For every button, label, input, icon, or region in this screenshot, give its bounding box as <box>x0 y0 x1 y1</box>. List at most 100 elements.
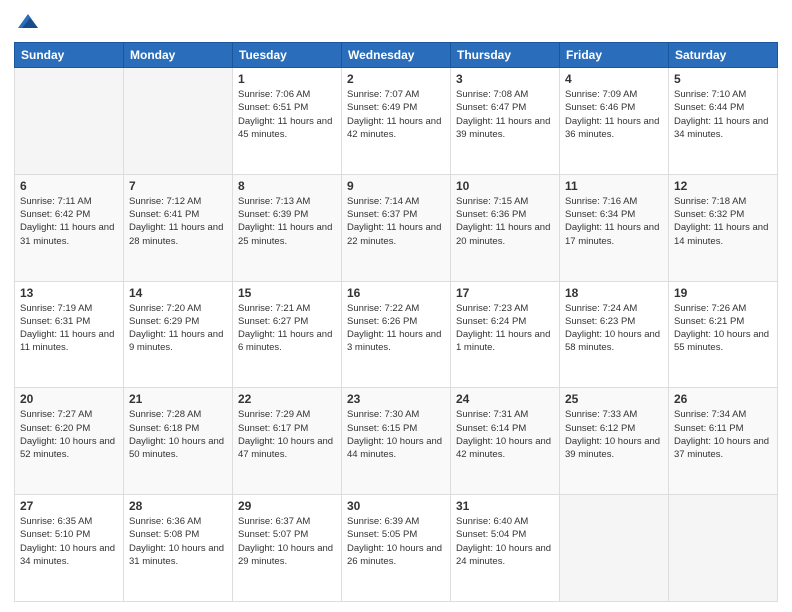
table-row: 3Sunrise: 7:08 AMSunset: 6:47 PMDaylight… <box>451 68 560 175</box>
day-info: Sunrise: 7:09 AMSunset: 6:46 PMDaylight:… <box>565 88 663 141</box>
day-info: Sunrise: 7:34 AMSunset: 6:11 PMDaylight:… <box>674 408 772 461</box>
col-monday: Monday <box>124 43 233 68</box>
table-row: 15Sunrise: 7:21 AMSunset: 6:27 PMDayligh… <box>233 281 342 388</box>
calendar-week-row: 6 Sunrise: 7:11 AMSunset: 6:42 PMDaylight… <box>15 174 778 281</box>
table-row: 25 Sunrise: 7:33 AMSunset: 6:12 PMDayligh… <box>560 388 669 495</box>
day-info: Sunrise: 6:40 AMSunset: 5:04 PMDaylight:… <box>456 515 554 568</box>
day-number: 22 <box>238 392 336 406</box>
day-number: 8 <box>238 179 336 193</box>
table-row: 24 Sunrise: 7:31 AMSunset: 6:14 PMDayligh… <box>451 388 560 495</box>
day-info: Sunrise: 7:33 AMSunset: 6:12 PMDaylight:… <box>565 408 663 461</box>
table-row: 12 Sunrise: 7:18 AMSunset: 6:32 PMDayligh… <box>669 174 778 281</box>
day-number: 21 <box>129 392 227 406</box>
table-row: 29 Sunrise: 6:37 AMSunset: 5:07 PMDayligh… <box>233 495 342 602</box>
day-number: 23 <box>347 392 445 406</box>
table-row: 23 Sunrise: 7:30 AMSunset: 6:15 PMDayligh… <box>342 388 451 495</box>
day-info: Sunrise: 7:31 AMSunset: 6:14 PMDaylight:… <box>456 408 554 461</box>
logo <box>14 10 40 34</box>
table-row: 6 Sunrise: 7:11 AMSunset: 6:42 PMDaylight… <box>15 174 124 281</box>
table-row: 18 Sunrise: 7:24 AMSunset: 6:23 PMDayligh… <box>560 281 669 388</box>
day-number: 6 <box>20 179 118 193</box>
table-row: 7 Sunrise: 7:12 AMSunset: 6:41 PMDaylight… <box>124 174 233 281</box>
day-number: 17 <box>456 286 554 300</box>
day-number: 28 <box>129 499 227 513</box>
table-row: 28 Sunrise: 6:36 AMSunset: 5:08 PMDayligh… <box>124 495 233 602</box>
table-row: 17Sunrise: 7:23 AMSunset: 6:24 PMDayligh… <box>451 281 560 388</box>
day-info: Sunrise: 6:35 AMSunset: 5:10 PMDaylight:… <box>20 515 118 568</box>
day-number: 12 <box>674 179 772 193</box>
logo-icon <box>16 10 40 34</box>
calendar-week-row: 13Sunrise: 7:19 AMSunset: 6:31 PMDayligh… <box>15 281 778 388</box>
day-info: Sunrise: 7:20 AMSunset: 6:29 PMDaylight:… <box>129 302 227 355</box>
table-row: 20 Sunrise: 7:27 AMSunset: 6:20 PMDayligh… <box>15 388 124 495</box>
header <box>14 10 778 34</box>
table-row: 5 Sunrise: 7:10 AMSunset: 6:44 PMDaylight… <box>669 68 778 175</box>
table-row: 26Sunrise: 7:34 AMSunset: 6:11 PMDayligh… <box>669 388 778 495</box>
day-info: Sunrise: 7:13 AMSunset: 6:39 PMDaylight:… <box>238 195 336 248</box>
table-row: 16Sunrise: 7:22 AMSunset: 6:26 PMDayligh… <box>342 281 451 388</box>
table-row: 27 Sunrise: 6:35 AMSunset: 5:10 PMDayligh… <box>15 495 124 602</box>
table-row <box>560 495 669 602</box>
day-number: 27 <box>20 499 118 513</box>
col-sunday: Sunday <box>15 43 124 68</box>
day-info: Sunrise: 6:37 AMSunset: 5:07 PMDaylight:… <box>238 515 336 568</box>
col-tuesday: Tuesday <box>233 43 342 68</box>
day-number: 7 <box>129 179 227 193</box>
day-info: Sunrise: 7:24 AMSunset: 6:23 PMDaylight:… <box>565 302 663 355</box>
day-number: 11 <box>565 179 663 193</box>
day-number: 19 <box>674 286 772 300</box>
day-info: Sunrise: 6:36 AMSunset: 5:08 PMDaylight:… <box>129 515 227 568</box>
day-number: 10 <box>456 179 554 193</box>
day-number: 14 <box>129 286 227 300</box>
table-row <box>124 68 233 175</box>
table-row: 1Sunrise: 7:06 AMSunset: 6:51 PMDaylight… <box>233 68 342 175</box>
col-saturday: Saturday <box>669 43 778 68</box>
day-number: 5 <box>674 72 772 86</box>
day-info: Sunrise: 7:11 AMSunset: 6:42 PMDaylight:… <box>20 195 118 248</box>
day-number: 4 <box>565 72 663 86</box>
day-info: Sunrise: 7:12 AMSunset: 6:41 PMDaylight:… <box>129 195 227 248</box>
table-row: 8 Sunrise: 7:13 AMSunset: 6:39 PMDaylight… <box>233 174 342 281</box>
day-info: Sunrise: 7:16 AMSunset: 6:34 PMDaylight:… <box>565 195 663 248</box>
table-row: 2Sunrise: 7:07 AMSunset: 6:49 PMDaylight… <box>342 68 451 175</box>
day-info: Sunrise: 7:30 AMSunset: 6:15 PMDaylight:… <box>347 408 445 461</box>
day-info: Sunrise: 7:15 AMSunset: 6:36 PMDaylight:… <box>456 195 554 248</box>
day-info: Sunrise: 7:26 AMSunset: 6:21 PMDaylight:… <box>674 302 772 355</box>
table-row: 31 Sunrise: 6:40 AMSunset: 5:04 PMDayligh… <box>451 495 560 602</box>
day-number: 2 <box>347 72 445 86</box>
table-row <box>669 495 778 602</box>
day-number: 16 <box>347 286 445 300</box>
day-info: Sunrise: 7:29 AMSunset: 6:17 PMDaylight:… <box>238 408 336 461</box>
day-info: Sunrise: 7:28 AMSunset: 6:18 PMDaylight:… <box>129 408 227 461</box>
table-row: 14 Sunrise: 7:20 AMSunset: 6:29 PMDayligh… <box>124 281 233 388</box>
day-number: 31 <box>456 499 554 513</box>
table-row: 30 Sunrise: 6:39 AMSunset: 5:05 PMDayligh… <box>342 495 451 602</box>
day-number: 15 <box>238 286 336 300</box>
table-row: 21 Sunrise: 7:28 AMSunset: 6:18 PMDayligh… <box>124 388 233 495</box>
day-info: Sunrise: 7:08 AMSunset: 6:47 PMDaylight:… <box>456 88 554 141</box>
table-row <box>15 68 124 175</box>
day-number: 18 <box>565 286 663 300</box>
table-row: 4 Sunrise: 7:09 AMSunset: 6:46 PMDaylight… <box>560 68 669 175</box>
table-row: 10 Sunrise: 7:15 AMSunset: 6:36 PMDayligh… <box>451 174 560 281</box>
table-row: 22 Sunrise: 7:29 AMSunset: 6:17 PMDayligh… <box>233 388 342 495</box>
calendar-header-row: Sunday Monday Tuesday Wednesday Thursday… <box>15 43 778 68</box>
calendar: Sunday Monday Tuesday Wednesday Thursday… <box>14 42 778 602</box>
day-number: 20 <box>20 392 118 406</box>
day-info: Sunrise: 7:10 AMSunset: 6:44 PMDaylight:… <box>674 88 772 141</box>
day-number: 30 <box>347 499 445 513</box>
day-number: 25 <box>565 392 663 406</box>
day-number: 29 <box>238 499 336 513</box>
col-thursday: Thursday <box>451 43 560 68</box>
day-info: Sunrise: 7:18 AMSunset: 6:32 PMDaylight:… <box>674 195 772 248</box>
day-number: 24 <box>456 392 554 406</box>
day-info: Sunrise: 7:19 AMSunset: 6:31 PMDaylight:… <box>20 302 118 355</box>
day-info: Sunrise: 7:06 AMSunset: 6:51 PMDaylight:… <box>238 88 336 141</box>
page: Sunday Monday Tuesday Wednesday Thursday… <box>0 0 792 612</box>
table-row: 9Sunrise: 7:14 AMSunset: 6:37 PMDaylight… <box>342 174 451 281</box>
day-info: Sunrise: 7:27 AMSunset: 6:20 PMDaylight:… <box>20 408 118 461</box>
table-row: 11 Sunrise: 7:16 AMSunset: 6:34 PMDayligh… <box>560 174 669 281</box>
logo-area <box>14 10 40 34</box>
day-info: Sunrise: 6:39 AMSunset: 5:05 PMDaylight:… <box>347 515 445 568</box>
day-number: 9 <box>347 179 445 193</box>
